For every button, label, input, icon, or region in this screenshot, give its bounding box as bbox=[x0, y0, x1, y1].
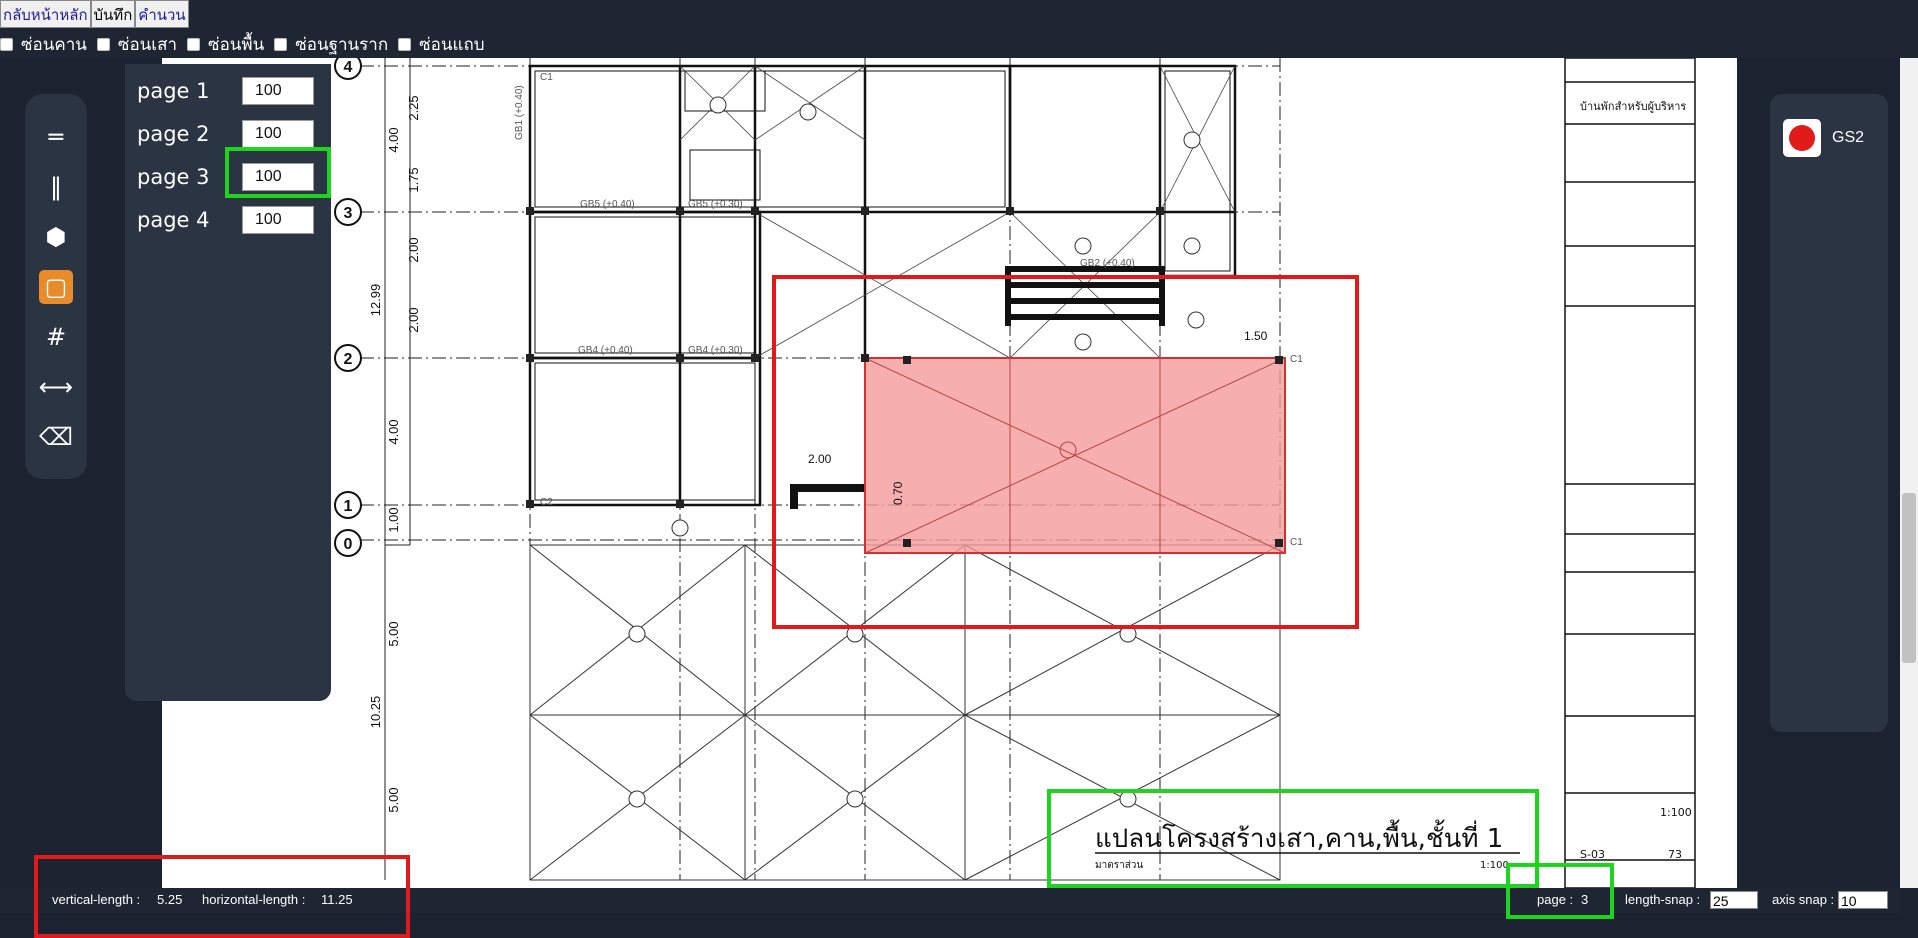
nav-row: กลับหน้าหลัก บันทึก คำนวน bbox=[0, 0, 189, 28]
dim-label: 2.00 bbox=[406, 307, 421, 332]
column-label: C2 bbox=[540, 497, 553, 508]
slab-square-icon[interactable]: ▢ bbox=[39, 270, 73, 304]
axis-snap-input[interactable]: 10 bbox=[1838, 891, 1888, 909]
vertical-scrollbar[interactable] bbox=[1900, 58, 1918, 888]
title-block-sheet-no: S-03 bbox=[1580, 848, 1605, 861]
dimension-arrows-icon[interactable]: ⟷ bbox=[39, 370, 73, 404]
toggle-label: ซ่อนพื้น bbox=[208, 34, 265, 55]
checkbox[interactable] bbox=[187, 37, 201, 51]
page-scale-input[interactable]: 100 bbox=[242, 77, 314, 105]
highlight-box-title bbox=[1047, 789, 1539, 888]
scrollbar-thumb[interactable] bbox=[1902, 493, 1916, 663]
checkbox[interactable] bbox=[398, 37, 412, 51]
axis-snap-label: axis snap : bbox=[1772, 892, 1835, 907]
eraser-icon[interactable]: ⌫ bbox=[39, 420, 73, 454]
top-bar: กลับหน้าหลัก บันทึก คำนวน ซ่อนคาน ซ่อนเส… bbox=[0, 0, 1918, 58]
toggle-hide-foundations[interactable]: ซ่อนฐานราก bbox=[274, 31, 388, 58]
dim-label: 2.25 bbox=[406, 95, 421, 120]
title-block-scale: 1:100 bbox=[1660, 806, 1692, 819]
page-scale-input[interactable]: 100 bbox=[242, 206, 314, 234]
page-label: page 2 bbox=[137, 122, 210, 146]
grid-hash-icon[interactable]: # bbox=[39, 320, 73, 354]
length-snap-label: length-snap : bbox=[1625, 892, 1701, 907]
beam-label: GB2 (+0.40) bbox=[1080, 258, 1135, 269]
toggle-label: ซ่อนคาน bbox=[21, 34, 87, 55]
beam-label: GB5 (+0.30) bbox=[688, 199, 743, 210]
page-row: page 1 100 bbox=[137, 74, 314, 108]
page-label: page 1 bbox=[137, 79, 210, 103]
page-label: page 4 bbox=[137, 208, 210, 232]
home-button[interactable]: กลับหน้าหลัก bbox=[0, 0, 91, 28]
dim-label: 10.25 bbox=[368, 696, 383, 729]
length-snap-input[interactable]: 25 bbox=[1710, 891, 1758, 909]
vertical-column-icon[interactable]: ‖ bbox=[39, 170, 73, 204]
red-dot-icon bbox=[1789, 125, 1815, 151]
toggle-hide-strips[interactable]: ซ่อนแถบ bbox=[398, 31, 485, 58]
column-label: C1 bbox=[540, 72, 553, 83]
toggle-hide-beams[interactable]: ซ่อนคาน bbox=[0, 31, 87, 58]
page-row: page 4 100 bbox=[137, 203, 314, 237]
checkbox[interactable] bbox=[274, 37, 288, 51]
title-block-sheet-total: 73 bbox=[1668, 848, 1682, 861]
save-button[interactable]: บันทึก bbox=[90, 0, 136, 28]
toggle-label: ซ่อนเสา bbox=[117, 34, 178, 55]
layer-panel: GS2 bbox=[1770, 94, 1888, 732]
beam-label: GB4 (+0.30) bbox=[688, 345, 743, 356]
axis-label: 0 bbox=[344, 536, 353, 553]
beam-label: GB5 (+0.40) bbox=[580, 199, 635, 210]
page-row: page 2 100 bbox=[137, 117, 314, 151]
dim-label: 12.99 bbox=[368, 284, 383, 317]
visibility-toggles: ซ่อนคาน ซ่อนเสา ซ่อนพื้น ซ่อนฐานราก ซ่อน… bbox=[0, 33, 495, 55]
tool-sidebar: ═ ‖ ⬢ ▢ # ⟷ ⌫ bbox=[25, 94, 87, 479]
highlight-box-page3 bbox=[225, 147, 331, 198]
highlight-box-lengths bbox=[34, 855, 410, 938]
axis-label: 1 bbox=[344, 498, 353, 515]
dim-label: 4.00 bbox=[386, 127, 401, 152]
page-scale-input[interactable]: 100 bbox=[242, 120, 314, 148]
dim-label: 1.00 bbox=[386, 507, 401, 532]
dim-label: 4.00 bbox=[386, 419, 401, 444]
axis-label: 3 bbox=[344, 205, 353, 222]
checkbox[interactable] bbox=[96, 37, 110, 51]
dim-label: 5.00 bbox=[386, 787, 401, 812]
toggle-hide-columns[interactable]: ซ่อนเสา bbox=[96, 31, 178, 58]
dim-label: 5.00 bbox=[386, 621, 401, 646]
beam-label: GB1 (+0.40) bbox=[514, 85, 525, 140]
title-block-project: บ้านพักสำหรับผู้บริหาร bbox=[1580, 100, 1686, 113]
highlight-box-slab bbox=[772, 275, 1359, 629]
toggle-hide-slabs[interactable]: ซ่อนพื้น bbox=[187, 31, 264, 58]
dim-label: 2.00 bbox=[406, 237, 421, 262]
cube-icon[interactable]: ⬢ bbox=[39, 220, 73, 254]
toggle-label: ซ่อนฐานราก bbox=[295, 34, 389, 55]
calculate-button[interactable]: คำนวน bbox=[135, 0, 189, 28]
layer-color-button[interactable] bbox=[1783, 119, 1821, 157]
toggle-label: ซ่อนแถบ bbox=[419, 34, 485, 55]
highlight-box-page-status bbox=[1506, 863, 1614, 919]
axis-label: 2 bbox=[344, 351, 353, 368]
checkbox[interactable] bbox=[0, 37, 13, 51]
horizontal-beam-icon[interactable]: ═ bbox=[39, 120, 73, 154]
axis-label: 4 bbox=[344, 59, 353, 76]
beam-label: GB4 (+0.40) bbox=[578, 345, 633, 356]
layer-label: GS2 bbox=[1832, 129, 1865, 146]
dim-label: 1.75 bbox=[406, 167, 421, 192]
